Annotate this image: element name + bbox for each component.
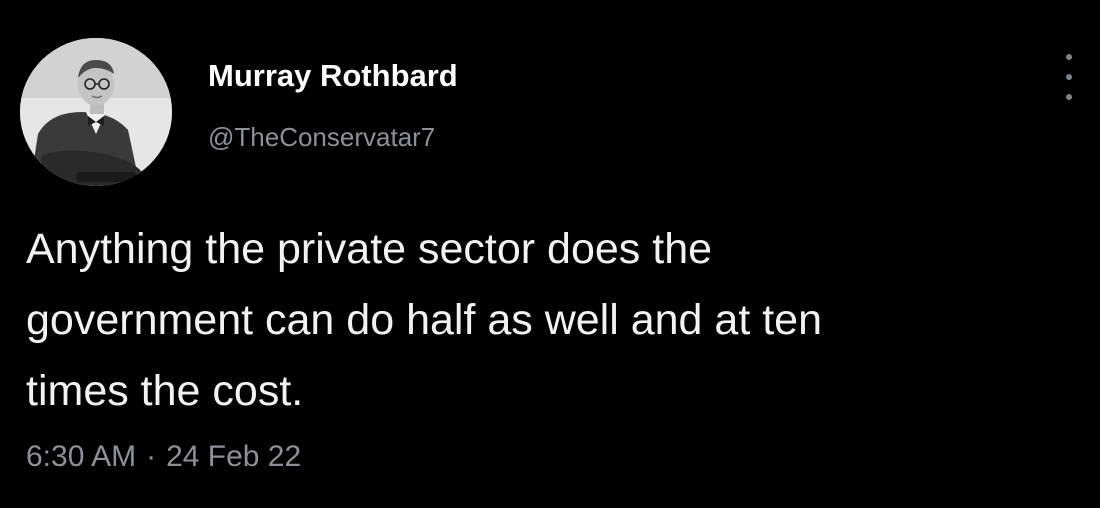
tweet-time: 6:30 AM: [26, 440, 137, 473]
author-handle[interactable]: @TheConservatar7: [208, 122, 435, 153]
author-display-name[interactable]: Murray Rothbard: [208, 58, 458, 94]
tweet-timestamp[interactable]: 6:30 AM · 24 Feb 22: [26, 440, 301, 474]
more-dot: [1066, 54, 1072, 60]
profile-photo-icon[interactable]: [20, 38, 172, 186]
tweet-date: 24 Feb 22: [166, 440, 302, 473]
tweet-text: Anything the private sector does the gov…: [26, 214, 1086, 427]
more-dot: [1066, 94, 1072, 100]
more-vertical-icon[interactable]: [1058, 54, 1080, 100]
tweet-card: Murray Rothbard @TheConservatar7 Anythin…: [0, 0, 1100, 508]
timestamp-separator: ·: [146, 440, 157, 473]
tweet-text-line: government can do half as well and at te…: [26, 296, 823, 344]
tweet-text-line: Anything the private sector does the: [26, 225, 713, 273]
tweet-text-line: times the cost.: [26, 367, 304, 415]
more-dot: [1066, 74, 1072, 80]
